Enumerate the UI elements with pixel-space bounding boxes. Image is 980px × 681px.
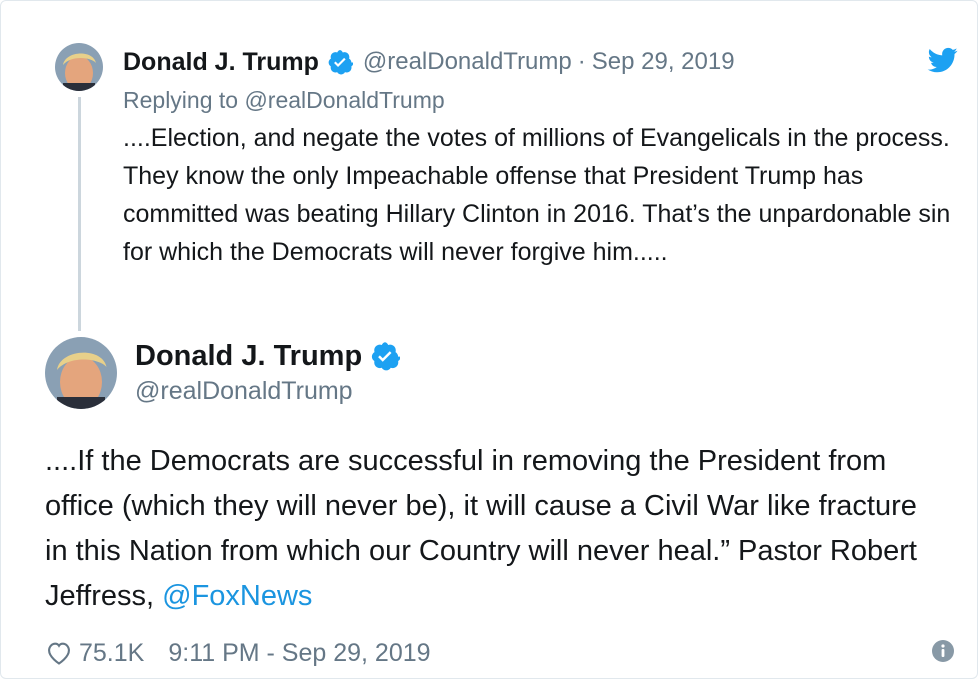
thread-connector-line [78,97,81,331]
embedded-tweet-card: Donald J. Trump @realDonaldTrump · Sep 2… [0,0,978,679]
header-separator: · [577,48,586,75]
parent-tweet-text: ....Election, and negate the votes of mi… [123,124,951,266]
parent-tweet-header: Donald J. Trump @realDonaldTrump · Sep 2… [123,45,735,79]
verified-badge-icon [328,50,353,75]
like-count[interactable]: 75.1K [79,639,144,668]
replying-to-label: Replying to @realDonaldTrump [123,87,445,113]
parent-author-name[interactable]: Donald J. Trump [123,48,319,77]
twitter-bird-icon[interactable] [926,45,960,75]
heart-icon[interactable] [45,639,73,667]
author-name[interactable]: Donald J. Trump [135,340,362,373]
mention-link[interactable]: @FoxNews [162,580,312,612]
verified-badge-icon [372,342,401,371]
parent-avatar[interactable] [55,43,103,91]
parent-author-handle[interactable]: @realDonaldTrump [363,48,572,76]
tweet-footer: 75.1K 9:11 PM - Sep 29, 2019 [45,633,431,673]
info-icon[interactable] [931,639,955,663]
avatar-portrait-icon [55,43,103,91]
author-name-row: Donald J. Trump [135,337,401,375]
avatar-portrait-icon [45,337,117,409]
tweet-timestamp[interactable]: 9:11 PM - Sep 29, 2019 [168,639,430,668]
tweet-text: ....If the Democrats are successful in r… [45,439,945,619]
author-avatar[interactable] [45,337,117,409]
parent-tweet-date[interactable]: Sep 29, 2019 [592,48,735,76]
author-handle[interactable]: @realDonaldTrump [135,377,353,406]
